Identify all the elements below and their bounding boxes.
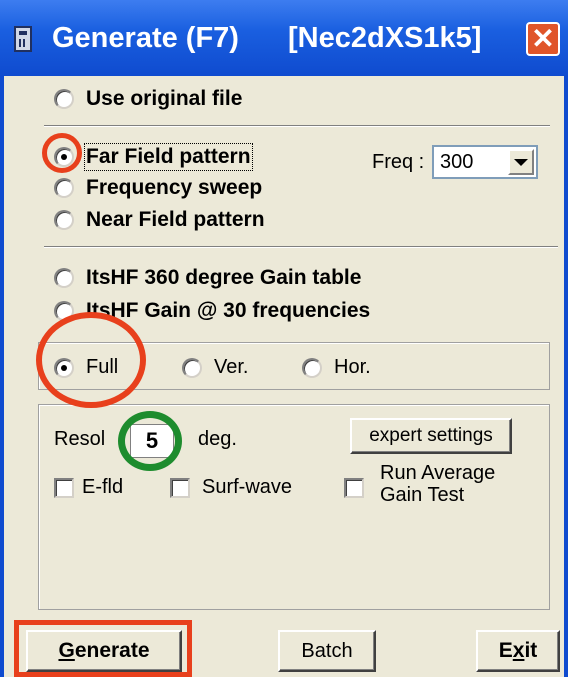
radio-near-field[interactable] (54, 210, 74, 230)
title-bar[interactable]: Generate (F7) [Nec2dXS1k5] ✕ (0, 0, 568, 76)
checkbox-efld[interactable]: E-fld (54, 476, 123, 499)
option-far-field[interactable]: Far Field pattern (54, 143, 253, 171)
radio-frequency-sweep[interactable] (54, 178, 74, 198)
exit-pre: E (498, 639, 513, 662)
freq-value: 300 (440, 151, 474, 173)
separator-middle (44, 246, 558, 248)
option-use-original[interactable]: Use original file (54, 87, 242, 111)
exit-post: it (524, 639, 538, 662)
option-ver[interactable]: Ver. (182, 356, 248, 379)
surfwave-label: Surf-wave (202, 476, 293, 498)
option-near-field-label: Near Field pattern (86, 208, 265, 231)
checkbox-surfwave[interactable]: Surf-wave (170, 476, 292, 499)
option-full[interactable]: Full (54, 356, 118, 379)
resolution-label-wrap: Resol (54, 428, 105, 451)
option-use-original-label: Use original file (86, 87, 243, 110)
annotation-box-generate (14, 620, 192, 677)
resolution-input[interactable]: 5 (130, 424, 174, 458)
run-average-label-line2: Gain Test (380, 484, 465, 506)
exit-button[interactable]: Ex it (476, 630, 560, 672)
exit-accel: x (512, 639, 525, 662)
radio-far-field[interactable] (54, 147, 74, 167)
close-button[interactable]: ✕ (526, 22, 560, 56)
efld-label: E-fld (82, 476, 124, 498)
resolution-unit: deg. (198, 428, 237, 450)
dialog-file-name: [Nec2dXS1k5] (288, 22, 482, 54)
freq-label: Freq : (372, 151, 425, 173)
option-itshf-360-label: ItsHF 360 degree Gain table (86, 266, 362, 289)
option-full-label: Full (86, 356, 119, 378)
radio-hor[interactable] (302, 357, 322, 378)
resolution-label: Resol (54, 428, 106, 450)
run-average-label: Run Average Gain Test (380, 462, 495, 506)
option-ver-label: Ver. (214, 356, 249, 378)
freq-label-wrap: Freq : (372, 151, 424, 174)
freq-select[interactable]: 300 (432, 145, 538, 179)
dialog-title: Generate (F7) (52, 22, 239, 54)
option-itshf-30-label: ItsHF Gain @ 30 frequencies (86, 299, 371, 322)
freq-dropdown-button[interactable] (508, 149, 534, 175)
separator-top (44, 125, 550, 127)
checkbox-run-average[interactable] (344, 478, 364, 498)
radio-itshf-30[interactable] (54, 301, 74, 321)
generate-dialog: Generate (F7) [Nec2dXS1k5] ✕ Use origina… (0, 0, 568, 677)
batch-button[interactable]: Batch (278, 630, 376, 672)
option-hor-label: Hor. (334, 356, 371, 378)
app-icon (14, 26, 32, 52)
option-near-field[interactable]: Near Field pattern (54, 208, 265, 232)
option-hor[interactable]: Hor. (302, 356, 371, 379)
option-far-field-label: Far Field pattern (84, 143, 253, 171)
run-average-checkbox[interactable] (344, 478, 364, 498)
radio-use-original[interactable] (54, 89, 74, 109)
option-itshf-360[interactable]: ItsHF 360 degree Gain table (54, 266, 361, 290)
efld-checkbox[interactable] (54, 477, 74, 498)
option-frequency-sweep-label: Frequency sweep (86, 176, 263, 199)
radio-full[interactable] (54, 357, 74, 378)
option-frequency-sweep[interactable]: Frequency sweep (54, 176, 262, 200)
run-average-label-line1: Run Average (380, 462, 496, 484)
option-itshf-30[interactable]: ItsHF Gain @ 30 frequencies (54, 299, 370, 323)
radio-itshf-360[interactable] (54, 268, 74, 288)
surfwave-checkbox[interactable] (170, 477, 190, 498)
close-icon: ✕ (531, 23, 555, 54)
radio-ver[interactable] (182, 357, 202, 378)
chevron-down-icon (514, 158, 528, 166)
expert-settings-button[interactable]: expert settings (350, 418, 512, 454)
resolution-unit-wrap: deg. (198, 428, 237, 451)
